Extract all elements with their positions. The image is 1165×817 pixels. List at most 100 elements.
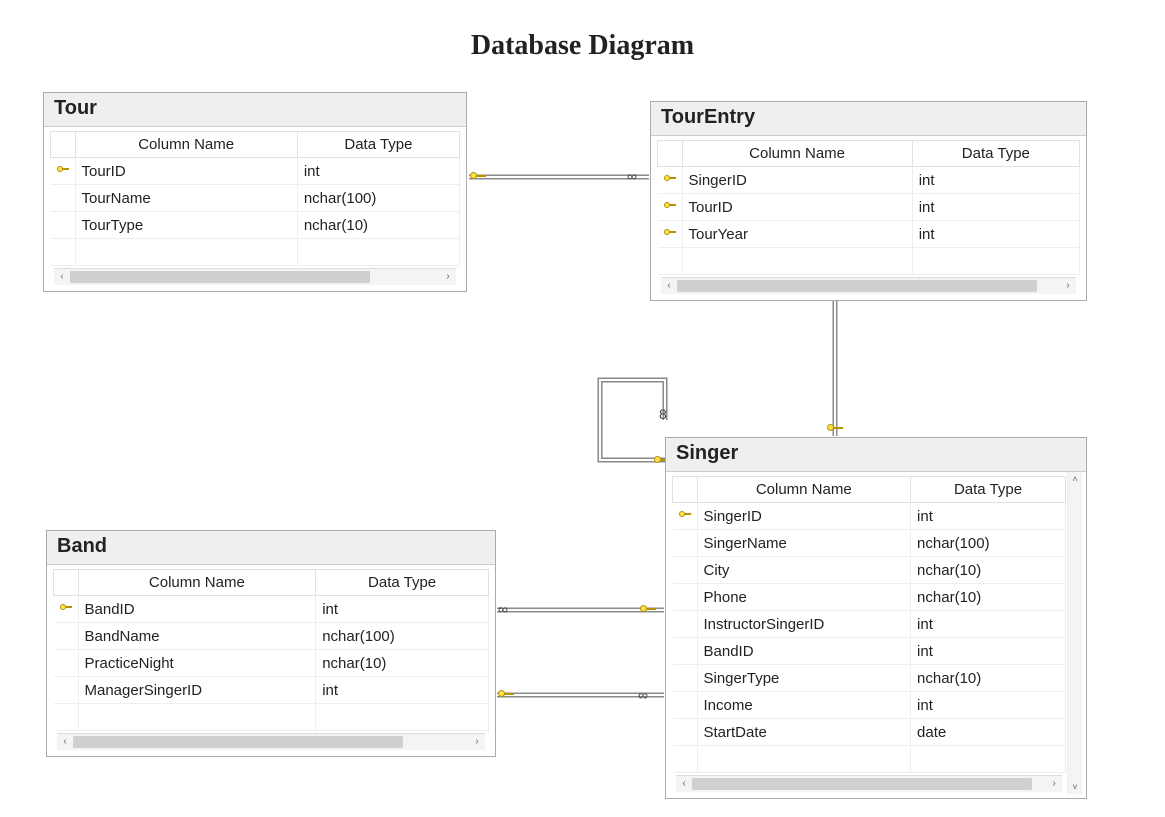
column-row[interactable]: BandIDint [673, 638, 1066, 665]
columns-table: Column Name Data Type BandIDintBandNamen… [53, 569, 489, 731]
pk-cell [673, 557, 698, 584]
column-row[interactable]: SingerNamenchar(100) [673, 530, 1066, 557]
entity-tour[interactable]: Tour Column Name Data Type TourIDintTour… [43, 92, 467, 292]
pk-cell [658, 221, 683, 248]
pk-cell [673, 584, 698, 611]
column-name: ManagerSingerID [78, 677, 316, 704]
columns-table: Column Name Data Type SingerIDintSingerN… [672, 476, 1066, 773]
diagram-canvas: Database Diagram ∞ 8 [0, 0, 1165, 817]
column-row[interactable]: BandIDint [54, 596, 489, 623]
pk-cell [54, 623, 79, 650]
column-row[interactable]: Phonenchar(10) [673, 584, 1066, 611]
primary-key-icon [679, 509, 691, 521]
horizontal-scrollbar[interactable]: ‹ › [676, 775, 1062, 792]
entity-title: Tour [44, 93, 466, 127]
column-name: TourID [682, 194, 912, 221]
rel-marker-infinity-icon: ∞ [498, 601, 506, 617]
pk-cell [673, 719, 698, 746]
column-type: int [297, 158, 459, 185]
column-name: StartDate [697, 719, 911, 746]
pk-cell [51, 158, 76, 185]
column-row[interactable]: SingerTypenchar(10) [673, 665, 1066, 692]
rel-marker-infinity-icon: ∞ [638, 687, 646, 703]
pk-cell [51, 212, 76, 239]
pk-cell [673, 530, 698, 557]
column-name: Income [697, 692, 911, 719]
header-data-type: Data Type [911, 477, 1066, 503]
column-row[interactable]: InstructorSingerIDint [673, 611, 1066, 638]
header-data-type: Data Type [912, 141, 1079, 167]
scroll-right-icon[interactable]: › [440, 269, 456, 285]
column-row[interactable]: TourIDint [51, 158, 460, 185]
scroll-right-icon[interactable]: › [1060, 278, 1076, 294]
pk-cell [673, 692, 698, 719]
horizontal-scrollbar[interactable]: ‹ › [54, 268, 456, 285]
scroll-right-icon[interactable]: › [1046, 776, 1062, 792]
pk-cell [673, 503, 698, 530]
rel-marker-infinity-icon: ∞ [627, 168, 635, 184]
columns-table: Column Name Data Type TourIDintTourNamen… [50, 131, 460, 266]
column-type: nchar(100) [297, 185, 459, 212]
header-column-name: Column Name [78, 570, 316, 596]
header-data-type: Data Type [297, 132, 459, 158]
column-row[interactable]: TourIDint [658, 194, 1080, 221]
scroll-right-icon[interactable]: › [469, 734, 485, 750]
column-row[interactable]: TourNamenchar(100) [51, 185, 460, 212]
column-row[interactable]: SingerIDint [658, 167, 1080, 194]
primary-key-icon [664, 173, 676, 185]
column-name: SingerName [697, 530, 911, 557]
column-row[interactable]: Incomeint [673, 692, 1066, 719]
scroll-down-icon[interactable]: ˅ [1068, 780, 1082, 794]
column-name: TourYear [682, 221, 912, 248]
column-row[interactable]: BandNamenchar(100) [54, 623, 489, 650]
column-name: TourType [75, 212, 297, 239]
entity-tour-entry[interactable]: TourEntry Column Name Data Type SingerID… [650, 101, 1087, 301]
scroll-left-icon[interactable]: ‹ [57, 734, 73, 750]
column-row[interactable]: StartDatedate [673, 719, 1066, 746]
column-row[interactable]: TourTypenchar(10) [51, 212, 460, 239]
column-name: SingerID [682, 167, 912, 194]
column-type: int [912, 167, 1079, 194]
column-row[interactable]: ManagerSingerIDint [54, 677, 489, 704]
column-row[interactable]: TourYearint [658, 221, 1080, 248]
primary-key-icon [664, 200, 676, 212]
column-type: int [911, 503, 1066, 530]
column-row[interactable]: Citynchar(10) [673, 557, 1066, 584]
primary-key-icon [57, 164, 69, 176]
primary-key-icon [60, 602, 72, 614]
column-row[interactable]: PracticeNightnchar(10) [54, 650, 489, 677]
vertical-scrollbar[interactable]: ˄ ˅ [1067, 472, 1082, 794]
pk-cell [54, 650, 79, 677]
column-type: int [911, 692, 1066, 719]
pk-cell [673, 665, 698, 692]
column-name: TourName [75, 185, 297, 212]
column-type: date [911, 719, 1066, 746]
scroll-left-icon[interactable]: ‹ [661, 278, 677, 294]
column-type: nchar(10) [316, 650, 489, 677]
header-data-type: Data Type [316, 570, 489, 596]
column-name: City [697, 557, 911, 584]
scroll-left-icon[interactable]: ‹ [676, 776, 692, 792]
column-type: int [912, 221, 1079, 248]
column-name: PracticeNight [78, 650, 316, 677]
pk-cell [658, 194, 683, 221]
column-type: int [911, 638, 1066, 665]
rel-marker-key-icon [470, 168, 486, 187]
column-name: SingerID [697, 503, 911, 530]
column-row[interactable]: SingerIDint [673, 503, 1066, 530]
scroll-left-icon[interactable]: ‹ [54, 269, 70, 285]
entity-band[interactable]: Band Column Name Data Type BandIDintBand… [46, 530, 496, 757]
scroll-up-icon[interactable]: ˄ [1068, 472, 1082, 486]
primary-key-icon [664, 227, 676, 239]
entity-singer[interactable]: Singer Column Name Data Type SingerIDint… [665, 437, 1087, 799]
horizontal-scrollbar[interactable]: ‹ › [57, 733, 485, 750]
column-name: SingerType [697, 665, 911, 692]
horizontal-scrollbar[interactable]: ‹ › [661, 277, 1076, 294]
pk-cell [658, 167, 683, 194]
column-name: BandName [78, 623, 316, 650]
rel-marker-key-icon [640, 601, 656, 620]
column-name: TourID [75, 158, 297, 185]
column-name: InstructorSingerID [697, 611, 911, 638]
column-name: Phone [697, 584, 911, 611]
column-type: int [912, 194, 1079, 221]
